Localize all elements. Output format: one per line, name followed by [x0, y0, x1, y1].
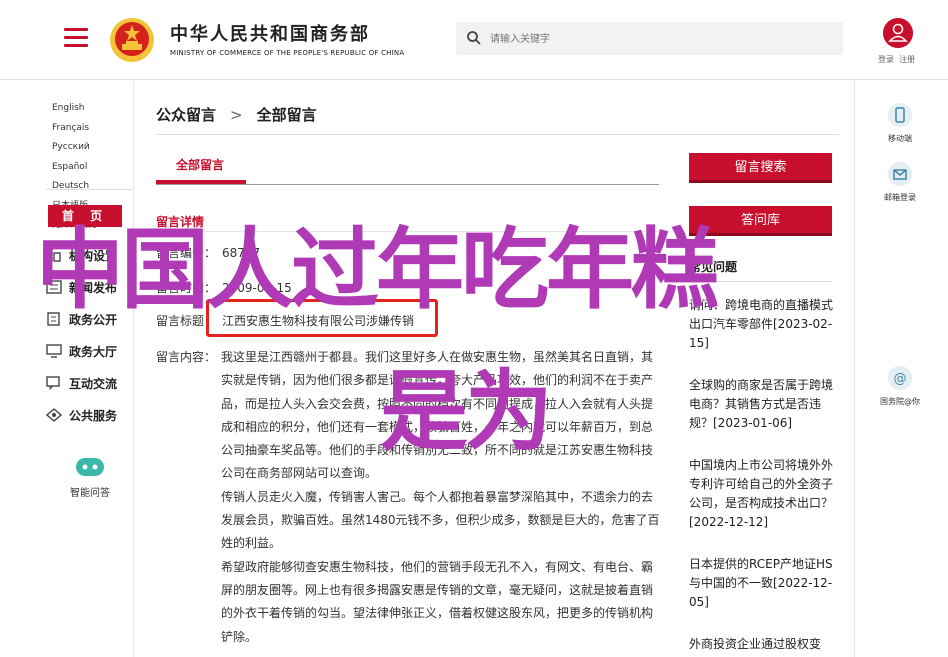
ministry-name-cn: 中华人民共和国商务部	[170, 24, 370, 45]
lang-russian[interactable]: Русский	[52, 138, 90, 158]
message-search-button[interactable]: 留言搜索	[689, 153, 832, 183]
list-item[interactable]: 日本提供的RCEP产地证HS与中国的不一致[2022-12-05]	[689, 555, 834, 612]
monitor-icon	[46, 344, 62, 358]
divider	[156, 184, 659, 185]
register-link[interactable]: 注册	[899, 55, 915, 64]
mail-login-link[interactable]: 邮箱登录	[872, 162, 928, 203]
smart-qa-button[interactable]: 智能问答	[62, 456, 118, 499]
state-council-link[interactable]: @ 国务院@你	[872, 366, 928, 407]
overlay-text: 是为	[380, 360, 553, 463]
lang-spanish[interactable]: Español	[52, 158, 87, 178]
content-paragraph: 希望政府能够彻查安惠生物科技，他们的营销手段无孔不入，有网文、有电台、霸屏的朋友…	[221, 559, 654, 644]
at-icon: @	[888, 366, 912, 390]
sidebar-item-hall[interactable]: 政务大厅	[46, 335, 132, 367]
sidebar-item-label: 公共服务	[69, 408, 118, 423]
mobile-label: 移动端	[888, 134, 912, 143]
sidebar-item-interact[interactable]: 互动交流	[46, 367, 132, 399]
question-list: 请问：跨境电商的直播模式出口汽车零部件[2023-02-15] 全球购的商家是否…	[689, 296, 834, 657]
user-links: 登录 注册	[878, 54, 915, 65]
robot-icon	[76, 458, 104, 476]
list-item[interactable]: 全球购的商家是否属于跨境电商？其销售方式是否违规？[2023-01-06]	[689, 376, 834, 433]
national-emblem-icon[interactable]	[108, 14, 156, 64]
mobile-link[interactable]: 移动端	[872, 103, 928, 144]
site-header: 中华人民共和国商务部 MINISTRY OF COMMERCE OF THE P…	[0, 0, 948, 80]
list-item[interactable]: 中国境内上市公司将境外外专利许可给自己的外全资子公司，是否构成技术出口？[202…	[689, 456, 834, 532]
user-icon[interactable]	[883, 18, 913, 48]
lang-french[interactable]: Français	[52, 119, 89, 139]
chevron-right-icon: >	[230, 106, 243, 124]
chat-icon	[46, 376, 60, 390]
divider	[46, 189, 132, 190]
mobile-icon	[888, 103, 912, 127]
sidebar-item-label: 互动交流	[69, 376, 118, 391]
breadcrumb-public-messages[interactable]: 公众留言	[156, 106, 216, 124]
search-icon[interactable]	[466, 30, 482, 46]
mail-icon	[888, 162, 912, 186]
breadcrumb: 公众留言 > 全部留言	[156, 104, 317, 125]
menu-icon[interactable]	[64, 28, 88, 48]
search-box	[456, 22, 843, 55]
left-sidebar: EnglishFrançais РусскийEspañol Deutsch日本…	[0, 81, 133, 657]
lang-english[interactable]: English	[52, 99, 85, 119]
list-item[interactable]: 外商投资企业通过股权变	[689, 635, 834, 654]
tab-all-messages[interactable]: 全部留言	[176, 156, 224, 173]
svg-text:@: @	[894, 372, 907, 387]
mail-login-label: 邮箱登录	[884, 193, 916, 202]
divider	[156, 134, 839, 135]
sidebar-item-label: 政务大厅	[69, 344, 118, 359]
service-icon	[46, 408, 62, 422]
login-link[interactable]: 登录	[878, 55, 894, 64]
lang-german[interactable]: Deutsch	[52, 177, 89, 197]
overlay-text: 中国人过年吃年糕	[36, 218, 719, 321]
divider	[854, 81, 855, 657]
search-input[interactable]	[490, 28, 830, 50]
smart-qa-label: 智能问答	[70, 488, 110, 499]
breadcrumb-all-messages[interactable]: 全部留言	[257, 106, 317, 124]
ministry-name-en: MINISTRY OF COMMERCE OF THE PEOPLE'S REP…	[170, 49, 405, 57]
divider	[133, 81, 134, 657]
content-paragraph: 传销人员走火入魔，传销害人害己。每个人都抱着暴富梦深陷其中，不遗余力的去发展会员…	[221, 489, 660, 551]
sidebar-item-service[interactable]: 公共服务	[46, 399, 132, 431]
message-content-label: 留言内容：	[156, 350, 217, 364]
state-council-label: 国务院@你	[880, 397, 920, 406]
